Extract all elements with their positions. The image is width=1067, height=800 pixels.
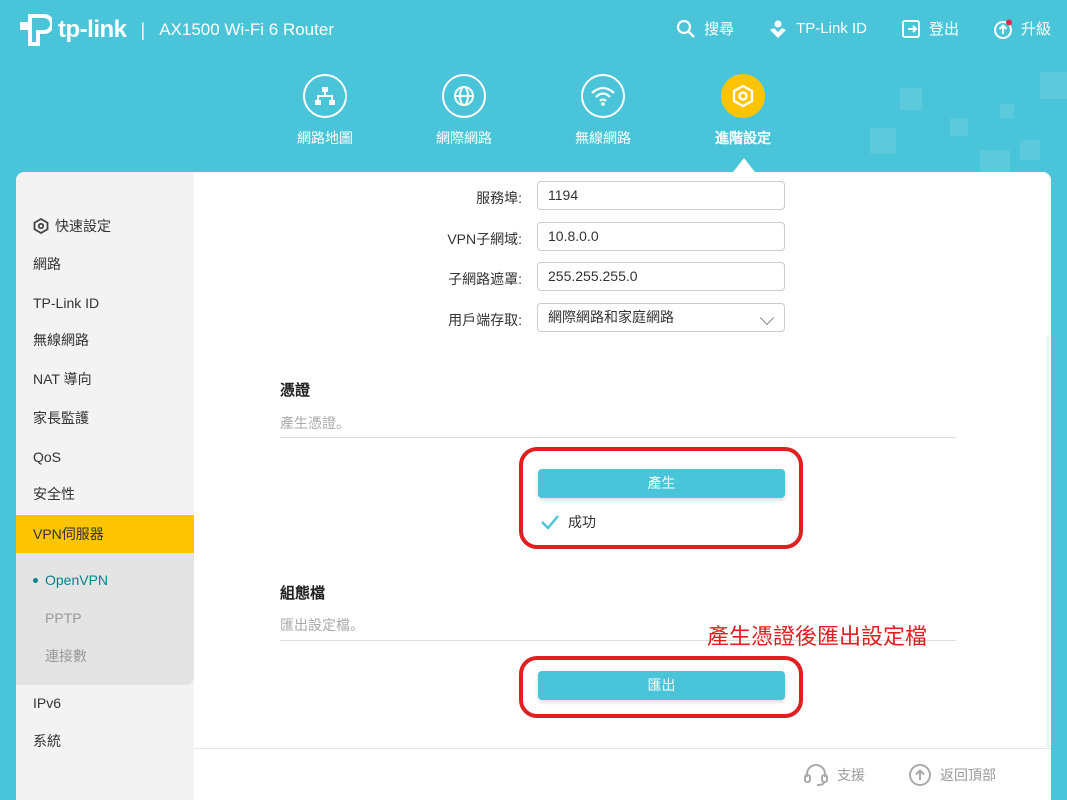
active-dot	[33, 578, 38, 583]
search-button[interactable]: 搜尋	[676, 18, 734, 39]
nav-advanced[interactable]: 進階設定	[693, 74, 793, 148]
header-separator: |	[140, 19, 146, 40]
sidebar-item-security[interactable]: 安全性	[16, 475, 194, 513]
headset-icon	[804, 764, 828, 786]
tp-link-logo-icon	[16, 12, 54, 48]
main-nav: 網路地圖 網際網路 無線網路 進階設定	[0, 74, 1067, 174]
nav-network-map-label: 網路地圖	[297, 130, 353, 146]
config-title: 組態檔	[280, 585, 326, 602]
sidebar-item-parental[interactable]: 家長監護	[16, 399, 194, 437]
sidebar-subitem-label: 連接數	[45, 648, 87, 664]
gear-icon	[33, 217, 49, 235]
upgrade-label: 升級	[1020, 21, 1051, 38]
sidebar-item-label: 快速設定	[55, 218, 111, 234]
brand-name: tp-link	[58, 16, 127, 43]
top-actions: 搜尋 TP-Link ID 登出 升級	[676, 18, 1051, 39]
chevron-down-icon	[759, 310, 775, 326]
certificate-title: 憑證	[280, 382, 311, 399]
support-button[interactable]: 支援	[803, 763, 865, 787]
access-row: 用戶端存取: 網際網路和家庭網路	[194, 303, 1051, 333]
header: tp-link | AX1500 Wi-Fi 6 Router 搜尋 TP-Li…	[0, 0, 1067, 185]
nav-wireless-label: 無線網路	[575, 130, 631, 146]
sidebar-item-label: 家長監護	[33, 410, 89, 426]
logout-icon	[901, 19, 920, 38]
nav-network-map[interactable]: 網路地圖	[275, 74, 375, 148]
nav-wireless[interactable]: 無線網路	[553, 74, 653, 148]
certificate-desc: 產生憑證。	[280, 415, 350, 431]
config-desc: 匯出設定檔。	[280, 617, 364, 633]
access-select-value: 網際網路和家庭網路	[548, 309, 674, 325]
active-nav-pointer	[733, 158, 755, 172]
nav-advanced-label: 進階設定	[715, 130, 771, 146]
sidebar-subitem-pptp[interactable]: PPTP	[16, 599, 194, 637]
sidebar-item-label: TP-Link ID	[33, 295, 100, 311]
scrollbar[interactable]	[1046, 337, 1050, 747]
gear-icon	[721, 74, 765, 118]
sidebar-subitem-connections[interactable]: 連接數	[16, 637, 194, 675]
sidebar-item-quick-setup[interactable]: 快速設定	[16, 207, 194, 245]
access-label: 用戶端存取:	[448, 312, 522, 328]
generate-highlight-box	[519, 447, 803, 549]
sidebar-subitem-label: OpenVPN	[45, 572, 109, 588]
sidebar: 快速設定 網路 TP-Link ID 無線網路 NAT 導向 家長監護 QoS …	[16, 172, 194, 800]
annotation-text: 產生憑證後匯出設定檔	[707, 624, 928, 649]
sidebar-item-label: 系統	[33, 733, 61, 749]
back-to-top-label: 返回頂部	[940, 767, 996, 783]
access-select[interactable]: 網際網路和家庭網路	[537, 303, 785, 332]
footer: 支援 返回頂部	[194, 748, 1051, 800]
sidebar-subitem-label: PPTP	[45, 610, 82, 626]
arrow-up-circle-icon	[909, 764, 931, 786]
search-label: 搜尋	[704, 21, 735, 38]
port-label: 服務埠:	[476, 190, 522, 206]
sidebar-item-label: 無線網路	[33, 332, 89, 348]
port-input[interactable]: 1194	[537, 181, 785, 210]
sidebar-item-qos[interactable]: QoS	[16, 438, 194, 476]
export-highlight-box	[519, 656, 803, 718]
mask-row: 子網路遮罩: 255.255.255.0	[194, 262, 1051, 292]
nav-internet-label: 網際網路	[436, 130, 492, 146]
upgrade-button[interactable]: 升級	[993, 18, 1051, 39]
sidebar-item-tplink-id[interactable]: TP-Link ID	[16, 284, 194, 322]
subnet-input[interactable]: 10.8.0.0	[537, 222, 785, 251]
sidebar-item-label: IPv6	[33, 695, 62, 711]
tplink-id-button[interactable]: TP-Link ID	[768, 18, 867, 39]
sidebar-item-wireless[interactable]: 無線網路	[16, 321, 194, 359]
sidebar-item-label: 網路	[33, 256, 61, 272]
mask-label: 子網路遮罩:	[448, 271, 522, 287]
sidebar-item-vpn-server[interactable]: VPN伺服器	[16, 515, 194, 553]
user-icon	[770, 20, 787, 38]
subnet-label: VPN子網域:	[447, 231, 522, 247]
tplink-id-label: TP-Link ID	[796, 20, 867, 37]
subnet-row: VPN子網域: 10.8.0.0	[194, 222, 1051, 252]
mask-input[interactable]: 255.255.255.0	[537, 262, 785, 291]
sidebar-item-label: QoS	[33, 449, 62, 465]
logout-button[interactable]: 登出	[901, 18, 959, 39]
network-map-icon	[303, 74, 347, 118]
vpn-submenu: OpenVPN PPTP 連接數	[16, 553, 194, 685]
divider	[280, 437, 956, 438]
brand-logo[interactable]: tp-link | AX1500 Wi-Fi 6 Router	[16, 12, 334, 48]
support-label: 支援	[837, 767, 865, 783]
sidebar-item-system[interactable]: 系統	[16, 722, 194, 760]
sidebar-item-label: NAT 導向	[33, 371, 92, 387]
port-row: 服務埠: 1194	[194, 181, 1051, 211]
router-model: AX1500 Wi-Fi 6 Router	[159, 20, 334, 39]
globe-icon	[442, 74, 486, 118]
sidebar-item-label: VPN伺服器	[33, 526, 104, 542]
back-to-top-button[interactable]: 返回頂部	[908, 763, 996, 787]
sidebar-item-nat[interactable]: NAT 導向	[16, 360, 194, 398]
sidebar-subitem-openvpn[interactable]: OpenVPN	[16, 561, 194, 599]
upgrade-icon	[993, 19, 1012, 39]
nav-internet[interactable]: 網際網路	[414, 74, 514, 148]
sidebar-item-network[interactable]: 網路	[16, 245, 194, 283]
logout-label: 登出	[928, 21, 959, 38]
sidebar-item-label: 安全性	[33, 486, 75, 502]
sidebar-item-ipv6[interactable]: IPv6	[16, 684, 194, 722]
wifi-icon	[581, 74, 625, 118]
search-icon	[676, 19, 695, 38]
